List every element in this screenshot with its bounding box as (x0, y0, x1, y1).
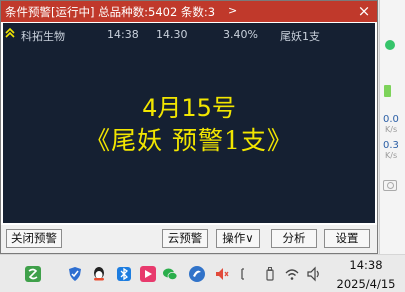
expand-arrow-icon[interactable]: > (228, 4, 237, 17)
bluetooth-icon[interactable] (116, 266, 132, 282)
clock-time: 14:38 (349, 258, 383, 272)
banner: 4月15号 《尾妖 预警1支》 (3, 93, 375, 157)
banner-title: 《尾妖 预警1支》 (85, 126, 293, 155)
button-bar: 关闭预警 云预警 操作∨ 分析 设置 (1, 225, 377, 253)
double-up-arrow-icon (5, 27, 15, 39)
cloud-alert-button[interactable]: 云预警 (162, 229, 208, 248)
wechat-icon[interactable] (162, 266, 178, 282)
screen: 条件预警[运行中] 总品种数:5402 条数:3 > × 科拓生物 14:38 … (0, 0, 405, 292)
volume-icon[interactable] (306, 266, 322, 282)
banner-date: 4月15号 (142, 94, 236, 122)
title-bar[interactable]: 条件预警[运行中] 总品种数:5402 条数:3 > × (1, 1, 377, 22)
window-title: 条件预警[运行中] 总品种数:5402 条数:3 (5, 5, 216, 19)
operations-button[interactable]: 操作∨ (216, 229, 260, 248)
wps-icon[interactable] (25, 266, 41, 282)
side-panel: 0.0 K/s 0.3 K/s (379, 0, 405, 254)
shield-icon[interactable] (67, 266, 83, 282)
analysis-button[interactable]: 分析 (271, 229, 317, 248)
system-clock[interactable]: 14:38 2025/4/15 (330, 258, 402, 292)
upload-speed: 0.0 (383, 114, 399, 125)
close-button[interactable]: × (356, 3, 372, 19)
speaker-muted-icon[interactable] (214, 266, 230, 282)
bracket-icon[interactable] (237, 266, 253, 282)
camera-icon[interactable] (383, 180, 397, 191)
price-change: 3.40% (223, 28, 258, 41)
download-speed: 0.3 (383, 140, 399, 151)
battery-icon (384, 85, 391, 97)
download-unit: K/s (385, 151, 398, 160)
stock-price: 14.30 (156, 28, 188, 41)
upload-unit: K/s (385, 125, 398, 134)
alert-window: 条件预警[运行中] 总品种数:5402 条数:3 > × 科拓生物 14:38 … (0, 0, 378, 254)
alert-time: 14:38 (107, 28, 139, 41)
app-icon-pink[interactable] (140, 266, 156, 282)
status-dot-icon (385, 40, 395, 50)
alert-condition: 尾妖1支 (280, 30, 320, 43)
settings-button[interactable]: 设置 (324, 229, 370, 248)
app-icon-blue[interactable] (189, 266, 205, 282)
taskbar: 14:38 2025/4/15 (0, 254, 405, 292)
clock-date: 2025/4/15 (336, 277, 396, 291)
alert-list[interactable]: 科拓生物 14:38 14.30 3.40% 尾妖1支 4月15号 《尾妖 预警… (3, 23, 375, 223)
stock-name: 科拓生物 (21, 30, 65, 43)
alert-row[interactable]: 科拓生物 14:38 14.30 3.40% 尾妖1支 (3, 25, 375, 43)
wifi-icon[interactable] (284, 266, 300, 282)
close-alert-button[interactable]: 关闭预警 (6, 229, 62, 248)
usb-drive-icon[interactable] (262, 266, 278, 282)
qq-icon[interactable] (91, 266, 107, 282)
